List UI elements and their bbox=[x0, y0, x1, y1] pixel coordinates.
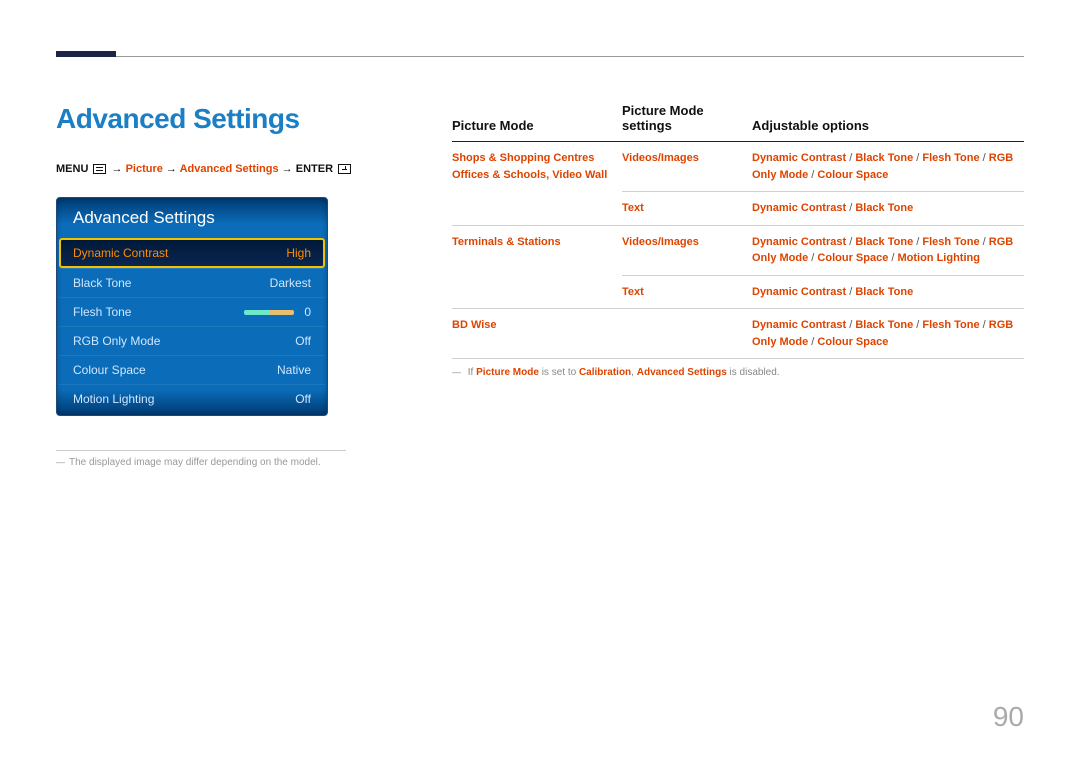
breadcrumb-enter: ENTER bbox=[296, 163, 333, 175]
menu-icon bbox=[93, 164, 106, 174]
breadcrumb-picture: Picture bbox=[126, 163, 163, 175]
osd-row-label: Black Tone bbox=[73, 276, 131, 290]
osd-row[interactable]: RGB Only Mode Off bbox=[59, 326, 325, 355]
cell-picture-mode: Terminals & Stations bbox=[452, 225, 622, 309]
options-table: Picture Mode Picture Mode settings Adjus… bbox=[452, 103, 1024, 359]
osd-row-value: Native bbox=[277, 363, 311, 377]
cell-picture-mode: Shops & Shopping Centres Offices & Schoo… bbox=[452, 142, 622, 226]
slider-icon bbox=[244, 310, 294, 315]
cell-setting bbox=[622, 309, 752, 359]
osd-row-label: Dynamic Contrast bbox=[73, 246, 168, 260]
osd-row[interactable]: Colour Space Native bbox=[59, 355, 325, 384]
cell-options: Dynamic Contrast / Black Tone / Flesh To… bbox=[752, 225, 1024, 275]
cell-options: Dynamic Contrast / Black Tone bbox=[752, 275, 1024, 309]
cell-picture-mode: BD Wise bbox=[452, 309, 622, 359]
breadcrumb-menu: MENU bbox=[56, 163, 88, 175]
cell-setting: Videos/Images bbox=[622, 142, 752, 192]
osd-row-value: 0 bbox=[304, 305, 311, 319]
table-row: Terminals & StationsVideos/ImagesDynamic… bbox=[452, 225, 1024, 275]
osd-row-value: Off bbox=[295, 392, 311, 406]
page-number: 90 bbox=[993, 701, 1024, 733]
cell-options: Dynamic Contrast / Black Tone / Flesh To… bbox=[752, 309, 1024, 359]
cell-options: Dynamic Contrast / Black Tone bbox=[752, 192, 1024, 226]
th-picture-mode: Picture Mode bbox=[452, 103, 622, 142]
cell-options: Dynamic Contrast / Black Tone / Flesh To… bbox=[752, 142, 1024, 192]
table-row: BD Wise Dynamic Contrast / Black Tone / F… bbox=[452, 309, 1024, 359]
breadcrumb: MENU → Picture → Advanced Settings → ENT… bbox=[56, 163, 396, 175]
table-footnote: If Picture Mode is set to Calibration, A… bbox=[452, 367, 1024, 378]
osd-row[interactable]: Black Tone Darkest bbox=[59, 268, 325, 297]
breadcrumb-advanced: Advanced Settings bbox=[180, 163, 279, 175]
th-adjustable-options: Adjustable options bbox=[752, 103, 1024, 142]
page-layout: Advanced Settings MENU → Picture → Advan… bbox=[56, 103, 1024, 468]
top-rule bbox=[56, 56, 1024, 57]
osd-row-value: Off bbox=[295, 334, 311, 348]
osd-panel: Advanced Settings Dynamic Contrast High Bl… bbox=[56, 197, 328, 416]
page-title: Advanced Settings bbox=[56, 103, 396, 135]
osd-row[interactable]: Flesh Tone 0 bbox=[59, 297, 325, 326]
osd-row[interactable]: Dynamic Contrast High bbox=[59, 238, 325, 268]
table-row: Shops & Shopping Centres Offices & Schoo… bbox=[452, 142, 1024, 192]
th-picture-mode-settings: Picture Mode settings bbox=[622, 103, 752, 142]
cell-setting: Text bbox=[622, 192, 752, 226]
osd-row-label: Flesh Tone bbox=[73, 305, 131, 319]
cell-setting: Videos/Images bbox=[622, 225, 752, 275]
osd-row-label: Motion Lighting bbox=[73, 392, 154, 406]
osd-row-label: RGB Only Mode bbox=[73, 334, 160, 348]
osd-row-value: High bbox=[286, 246, 311, 260]
cell-setting: Text bbox=[622, 275, 752, 309]
left-column: Advanced Settings MENU → Picture → Advan… bbox=[56, 103, 396, 468]
osd-row[interactable]: Motion Lighting Off bbox=[59, 384, 325, 413]
right-column: Picture Mode Picture Mode settings Adjus… bbox=[452, 103, 1024, 468]
osd-footnote: The displayed image may differ depending… bbox=[56, 450, 346, 468]
osd-row-value: Darkest bbox=[270, 276, 311, 290]
osd-row-label: Colour Space bbox=[73, 363, 146, 377]
enter-icon bbox=[338, 164, 351, 174]
osd-title: Advanced Settings bbox=[59, 200, 325, 238]
